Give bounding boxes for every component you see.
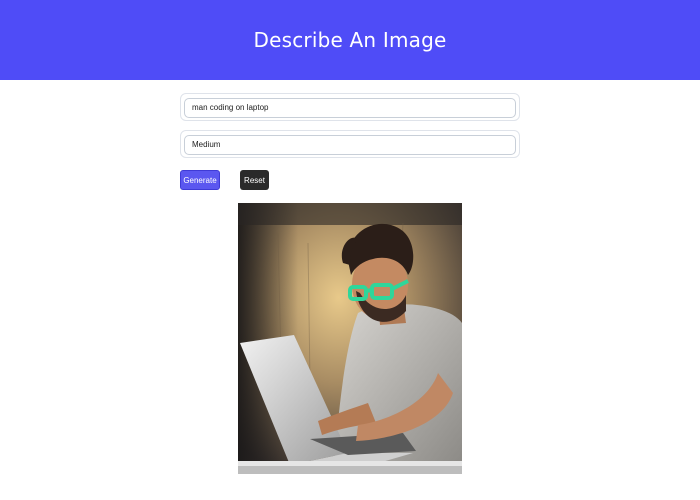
size-input[interactable]	[184, 134, 516, 155]
size-field-container	[180, 130, 520, 158]
prompt-field-container	[180, 93, 520, 121]
generated-image	[238, 203, 462, 474]
man-coding-illustration	[238, 203, 462, 474]
app-header: Describe An Image	[0, 0, 700, 80]
prompt-input[interactable]	[184, 97, 516, 118]
generate-button[interactable]: Generate	[180, 170, 220, 190]
reset-button[interactable]: Reset	[240, 170, 269, 190]
page-title: Describe An Image	[253, 28, 447, 52]
